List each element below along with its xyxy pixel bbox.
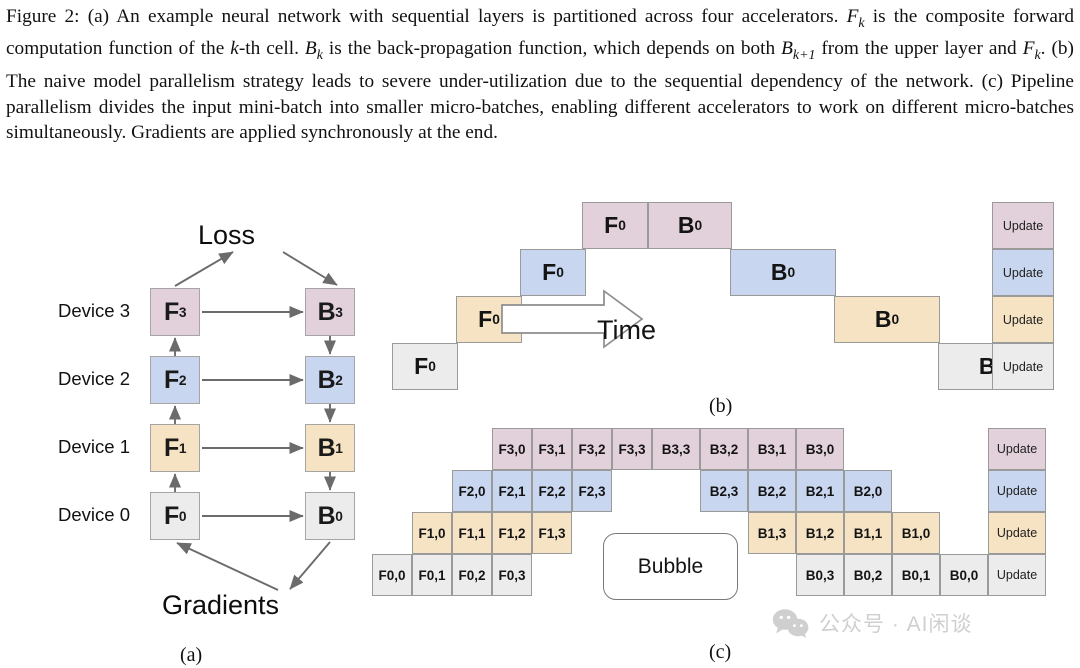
panel-c-tag: (c) [709, 641, 732, 663]
pc-cell-f1-1: F1,1 [452, 512, 492, 554]
pc-cell-b0-2: B0,2 [844, 554, 892, 596]
caption-symbol-bk: Bk [304, 38, 323, 64]
pb-update-device1: Update [992, 296, 1054, 343]
caption-text-c: -th cell. [238, 38, 299, 60]
pc-cell-b0-0: B0,0 [940, 554, 988, 596]
pc-cell-f3-1: F3,1 [532, 428, 572, 470]
node-b0: B0 [305, 492, 355, 540]
caption-text-d: is the back-propagation function, which … [328, 38, 776, 60]
pc-cell-b0-3: B0,3 [796, 554, 844, 596]
device-label-3: Device 3 [58, 300, 130, 321]
pc-cell-f2-3: F2,3 [572, 470, 612, 512]
node-b1: B1 [305, 424, 355, 472]
gradients-label: Gradients [162, 590, 280, 620]
pc-cell-f0-2: F0,2 [452, 554, 492, 596]
pb-b-device3: B0 [648, 202, 732, 249]
loss-label: Loss [198, 220, 256, 250]
node-f1: F1 [150, 424, 200, 472]
device-label-1: Device 1 [58, 436, 130, 457]
pc-cell-b3-3: B3,3 [652, 428, 700, 470]
pb-b-device1: B0 [834, 296, 940, 343]
pc-cell-f1-2: F1,2 [492, 512, 532, 554]
pc-cell-f3-3: F3,3 [612, 428, 652, 470]
caption-text-e: from the upper layer and [821, 38, 1017, 60]
caption-symbol-fk2: Fk [1022, 38, 1041, 64]
pc-update-device3: Update [988, 428, 1046, 470]
pc-cell-f0-1: F0,1 [412, 554, 452, 596]
pc-cell-b3-2: B3,2 [700, 428, 748, 470]
pb-update-device3: Update [992, 202, 1054, 249]
pb-update-device0: Update [992, 343, 1054, 390]
pc-update-device0: Update [988, 554, 1046, 596]
pc-cell-b1-2: B1,2 [796, 512, 844, 554]
pb-f-device3: F0 [582, 202, 648, 249]
pc-cell-f3-0: F3,0 [492, 428, 532, 470]
pc-update-device1: Update [988, 512, 1046, 554]
panel-a-network-diagram: Loss Device 3 Device 2 Device 1 Device 0… [0, 190, 382, 668]
pc-cell-b1-0: B1,0 [892, 512, 940, 554]
device-label-2: Device 2 [58, 368, 130, 389]
panel-b-naive-model-parallelism: F0 B0 F0 B0 F0 B0 F0 B0 Update Update Up… [382, 190, 1080, 420]
pc-cell-b0-1: B0,1 [892, 554, 940, 596]
pc-cell-f0-0: F0,0 [372, 554, 412, 596]
bubble-label: Bubble [603, 533, 738, 600]
pc-cell-b1-3: B1,3 [748, 512, 796, 554]
pc-cell-b2-2: B2,2 [748, 470, 796, 512]
pc-cell-f0-3: F0,3 [492, 554, 532, 596]
pc-cell-b2-1: B2,1 [796, 470, 844, 512]
pb-f-device0: F0 [392, 343, 458, 390]
node-b2: B2 [305, 356, 355, 404]
caption-symbol-fk: Fk [846, 6, 865, 31]
caption-symbol-bk1: Bk+1 [781, 38, 816, 64]
pc-cell-f3-2: F3,2 [572, 428, 612, 470]
caption-figure-label: Figure 2: [6, 6, 80, 27]
pb-b-device2: B0 [730, 249, 836, 296]
caption-symbol-k: k [230, 38, 239, 60]
caption-text-a: (a) An example neural network with seque… [87, 6, 839, 27]
pc-cell-f2-1: F2,1 [492, 470, 532, 512]
node-f3: F3 [150, 288, 200, 336]
panel-a-tag: (a) [180, 644, 203, 666]
node-f2: F2 [150, 356, 200, 404]
pc-cell-b1-1: B1,1 [844, 512, 892, 554]
pc-cell-f1-3: F1,3 [532, 512, 572, 554]
pc-cell-b2-3: B2,3 [700, 470, 748, 512]
watermark-text: 公众号 · AI闲谈 [819, 613, 973, 636]
pc-cell-f1-0: F1,0 [412, 512, 452, 554]
pc-update-device2: Update [988, 470, 1046, 512]
panel-b-tag: (b) [709, 395, 733, 417]
wechat-icon [772, 609, 809, 638]
pb-update-device2: Update [992, 249, 1054, 296]
figure-caption: Figure 2: (a) An example neural network … [6, 4, 1074, 146]
watermark: 公众号 · AI闲谈 [772, 608, 973, 638]
pc-cell-b3-0: B3,0 [796, 428, 844, 470]
time-label: Time [597, 315, 656, 345]
node-f0: F0 [150, 492, 200, 540]
node-b3: B3 [305, 288, 355, 336]
pc-cell-b2-0: B2,0 [844, 470, 892, 512]
pc-cell-b3-1: B3,1 [748, 428, 796, 470]
device-label-0: Device 0 [58, 504, 130, 525]
pc-cell-f2-0: F2,0 [452, 470, 492, 512]
pc-cell-f2-2: F2,2 [532, 470, 572, 512]
